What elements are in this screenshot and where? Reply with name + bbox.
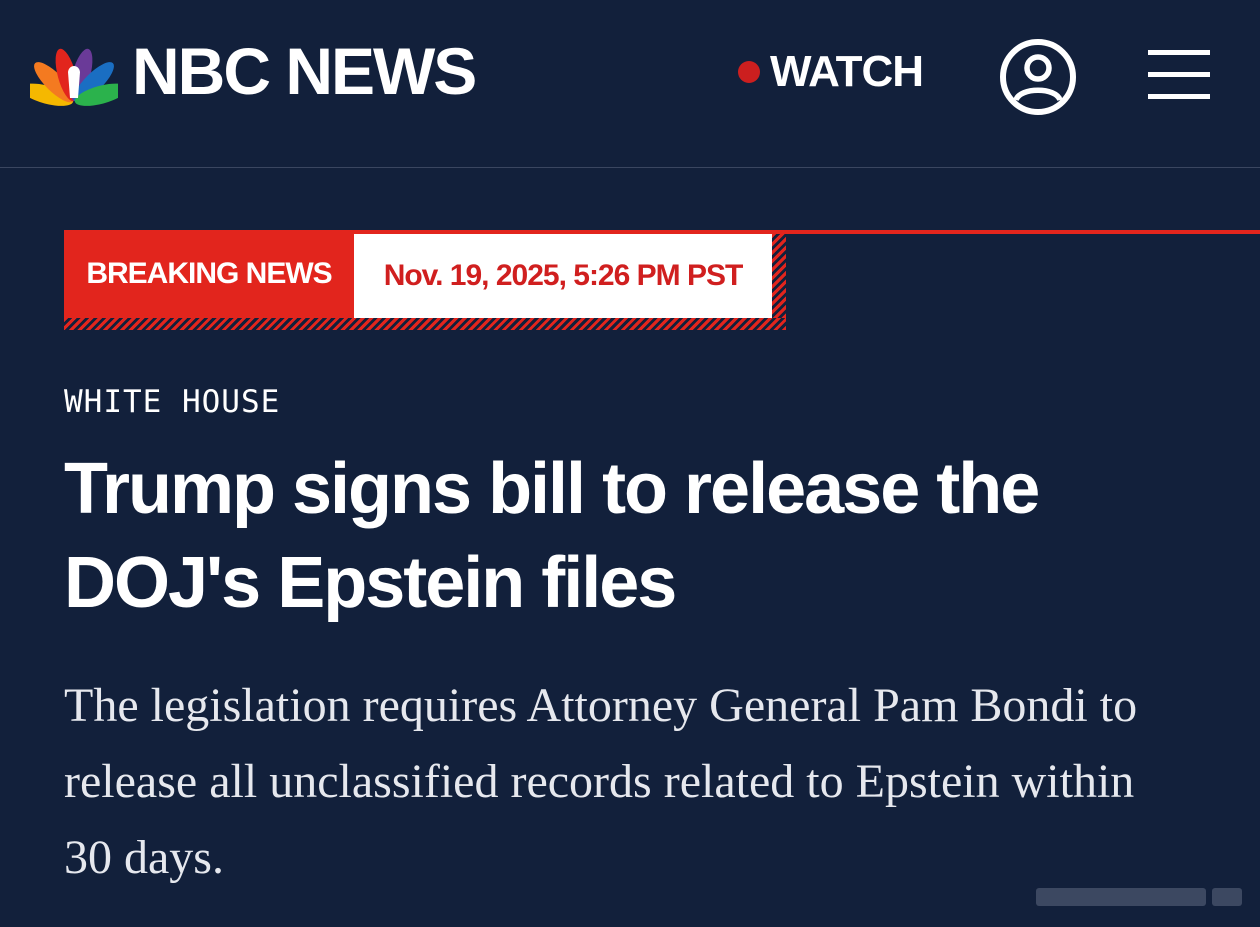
brand-name: NBC NEWS [132, 34, 477, 108]
watermark-icon [1036, 888, 1242, 906]
banner-stripes-right [772, 234, 786, 330]
live-dot-icon [738, 61, 760, 83]
watch-label: WATCH [770, 47, 924, 96]
user-circle-icon[interactable] [998, 37, 1078, 117]
timestamp: Nov. 19, 2025, 5:26 PM PST [383, 259, 744, 292]
banner-stripes-bottom [64, 318, 786, 330]
breaking-news-banner[interactable]: BREAKING NEWS Nov. 19, 2025, 5:26 PM PST [64, 230, 786, 330]
nbc-peacock-icon [30, 48, 118, 106]
timestamp-box: Nov. 19, 2025, 5:26 PM PST [354, 234, 772, 318]
hamburger-menu-icon[interactable] [1148, 50, 1210, 102]
article-dek: The legislation requires Attorney Genera… [64, 679, 1138, 884]
watch-live-button[interactable]: WATCH [738, 47, 924, 96]
section-label[interactable]: WHITE HOUSE [64, 384, 280, 420]
breaking-news-label-box: BREAKING NEWS [64, 230, 354, 318]
site-header: NBC NEWS WATCH [0, 0, 1260, 168]
article-headline: Trump signs bill to release the DOJ's Ep… [64, 449, 1040, 623]
breaking-news-label: BREAKING NEWS [86, 257, 332, 290]
nbc-news-logo[interactable]: NBC NEWS [30, 34, 477, 108]
